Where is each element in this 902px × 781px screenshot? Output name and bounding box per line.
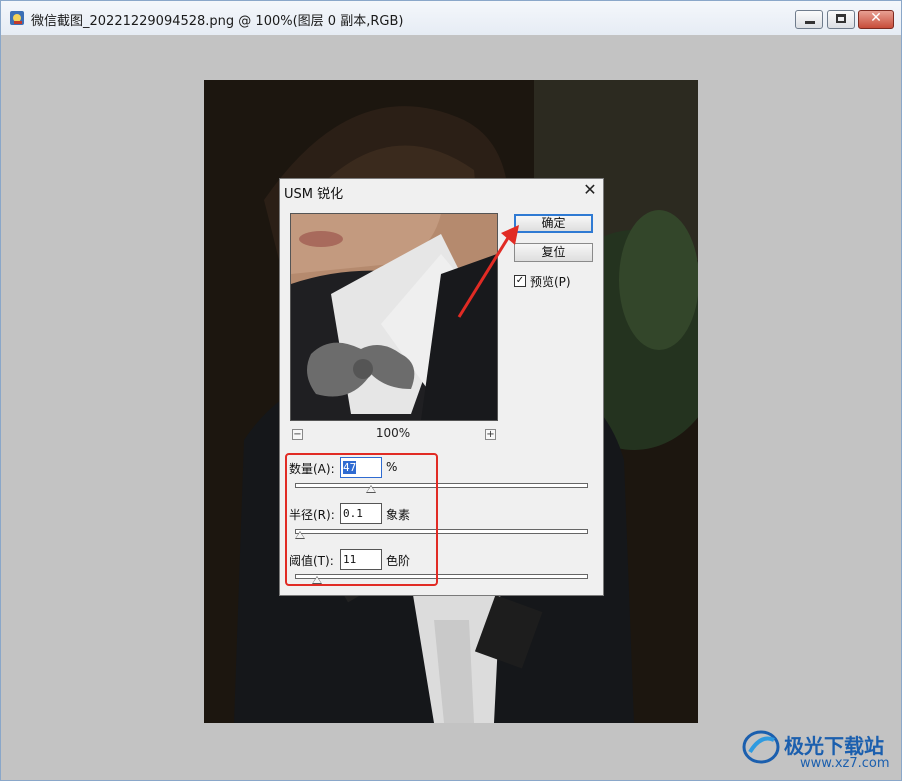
annotation-highlight-box <box>285 453 438 586</box>
annotation-arrow-icon <box>457 225 519 318</box>
maximize-button[interactable] <box>827 10 855 29</box>
title-bar: 微信截图_20221229094528.png @ 100%(图层 0 副本,R… <box>1 1 901 35</box>
reset-button[interactable]: 复位 <box>514 243 593 262</box>
close-window-button[interactable]: ✕ <box>858 10 894 29</box>
dialog-close-button[interactable]: ✕ <box>580 180 600 200</box>
close-icon: ✕ <box>870 10 882 26</box>
preview-checkbox-label: 预览(P) <box>530 275 571 289</box>
window-title: 微信截图_20221229094528.png @ 100%(图层 0 副本,R… <box>31 14 404 29</box>
watermark-title: 极光下载站 <box>784 734 884 758</box>
minimize-icon <box>805 21 815 24</box>
zoom-out-button[interactable]: − <box>292 429 303 440</box>
watermark-url: www.xz7.com <box>800 756 890 771</box>
document-icon <box>10 11 24 25</box>
minimize-button[interactable] <box>795 10 823 29</box>
dialog-title: USM 锐化 <box>284 187 344 202</box>
ok-button[interactable]: 确定 <box>514 214 593 233</box>
zoom-in-button[interactable]: + <box>485 429 496 440</box>
zoom-level: 100% <box>375 426 411 440</box>
watermark-logo-icon <box>742 730 780 764</box>
maximize-icon <box>836 14 846 23</box>
